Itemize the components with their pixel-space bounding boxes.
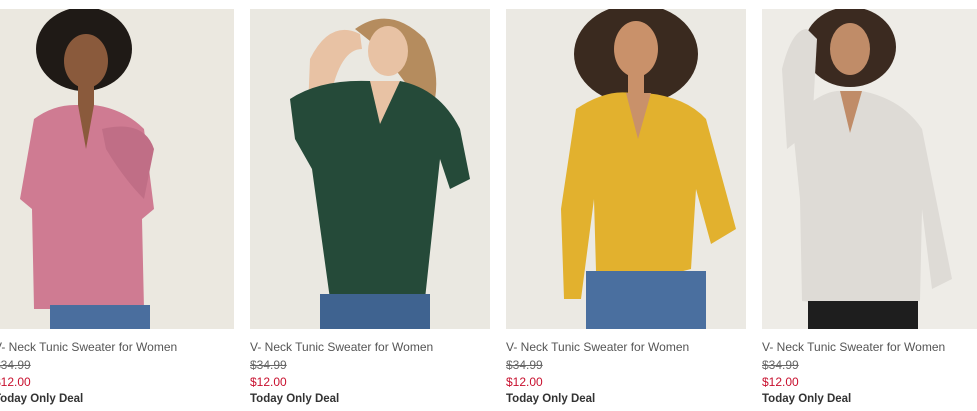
original-price: $34.99 xyxy=(506,358,543,372)
product-grid: V- Neck Tunic Sweater for Women $34.99 $… xyxy=(0,0,977,411)
product-card[interactable]: V- Neck Tunic Sweater for Women $34.99 $… xyxy=(506,9,746,406)
product-card[interactable]: V- Neck Tunic Sweater for Women $34.99 $… xyxy=(0,9,234,406)
model-photo-icon xyxy=(506,9,746,329)
deal-badge: Today Only Deal xyxy=(762,393,852,405)
deal-badge: Today Only Deal xyxy=(250,393,340,405)
product-card[interactable]: V- Neck Tunic Sweater for Women $34.99 $… xyxy=(250,9,490,406)
product-name[interactable]: V- Neck Tunic Sweater for Women xyxy=(506,340,746,354)
sale-price: $12.00 xyxy=(0,375,31,389)
sale-price: $12.00 xyxy=(250,375,287,389)
model-photo-icon xyxy=(762,9,977,329)
deal-badge: Today Only Deal xyxy=(506,393,596,405)
product-name[interactable]: V- Neck Tunic Sweater for Women xyxy=(762,340,977,354)
product-image[interactable] xyxy=(250,9,490,329)
original-price: $34.99 xyxy=(762,358,799,372)
sale-price: $12.00 xyxy=(506,375,543,389)
product-name[interactable]: V- Neck Tunic Sweater for Women xyxy=(250,340,490,354)
product-card[interactable]: V- Neck Tunic Sweater for Women $34.99 $… xyxy=(762,9,977,406)
original-price: $34.99 xyxy=(0,358,31,372)
model-photo-icon xyxy=(0,9,234,329)
product-image[interactable] xyxy=(0,9,234,329)
model-photo-icon xyxy=(250,9,490,329)
product-name[interactable]: V- Neck Tunic Sweater for Women xyxy=(0,340,234,354)
original-price: $34.99 xyxy=(250,358,287,372)
product-image[interactable] xyxy=(506,9,746,329)
deal-badge: Today Only Deal xyxy=(0,393,84,405)
product-image[interactable] xyxy=(762,9,977,329)
sale-price: $12.00 xyxy=(762,375,799,389)
